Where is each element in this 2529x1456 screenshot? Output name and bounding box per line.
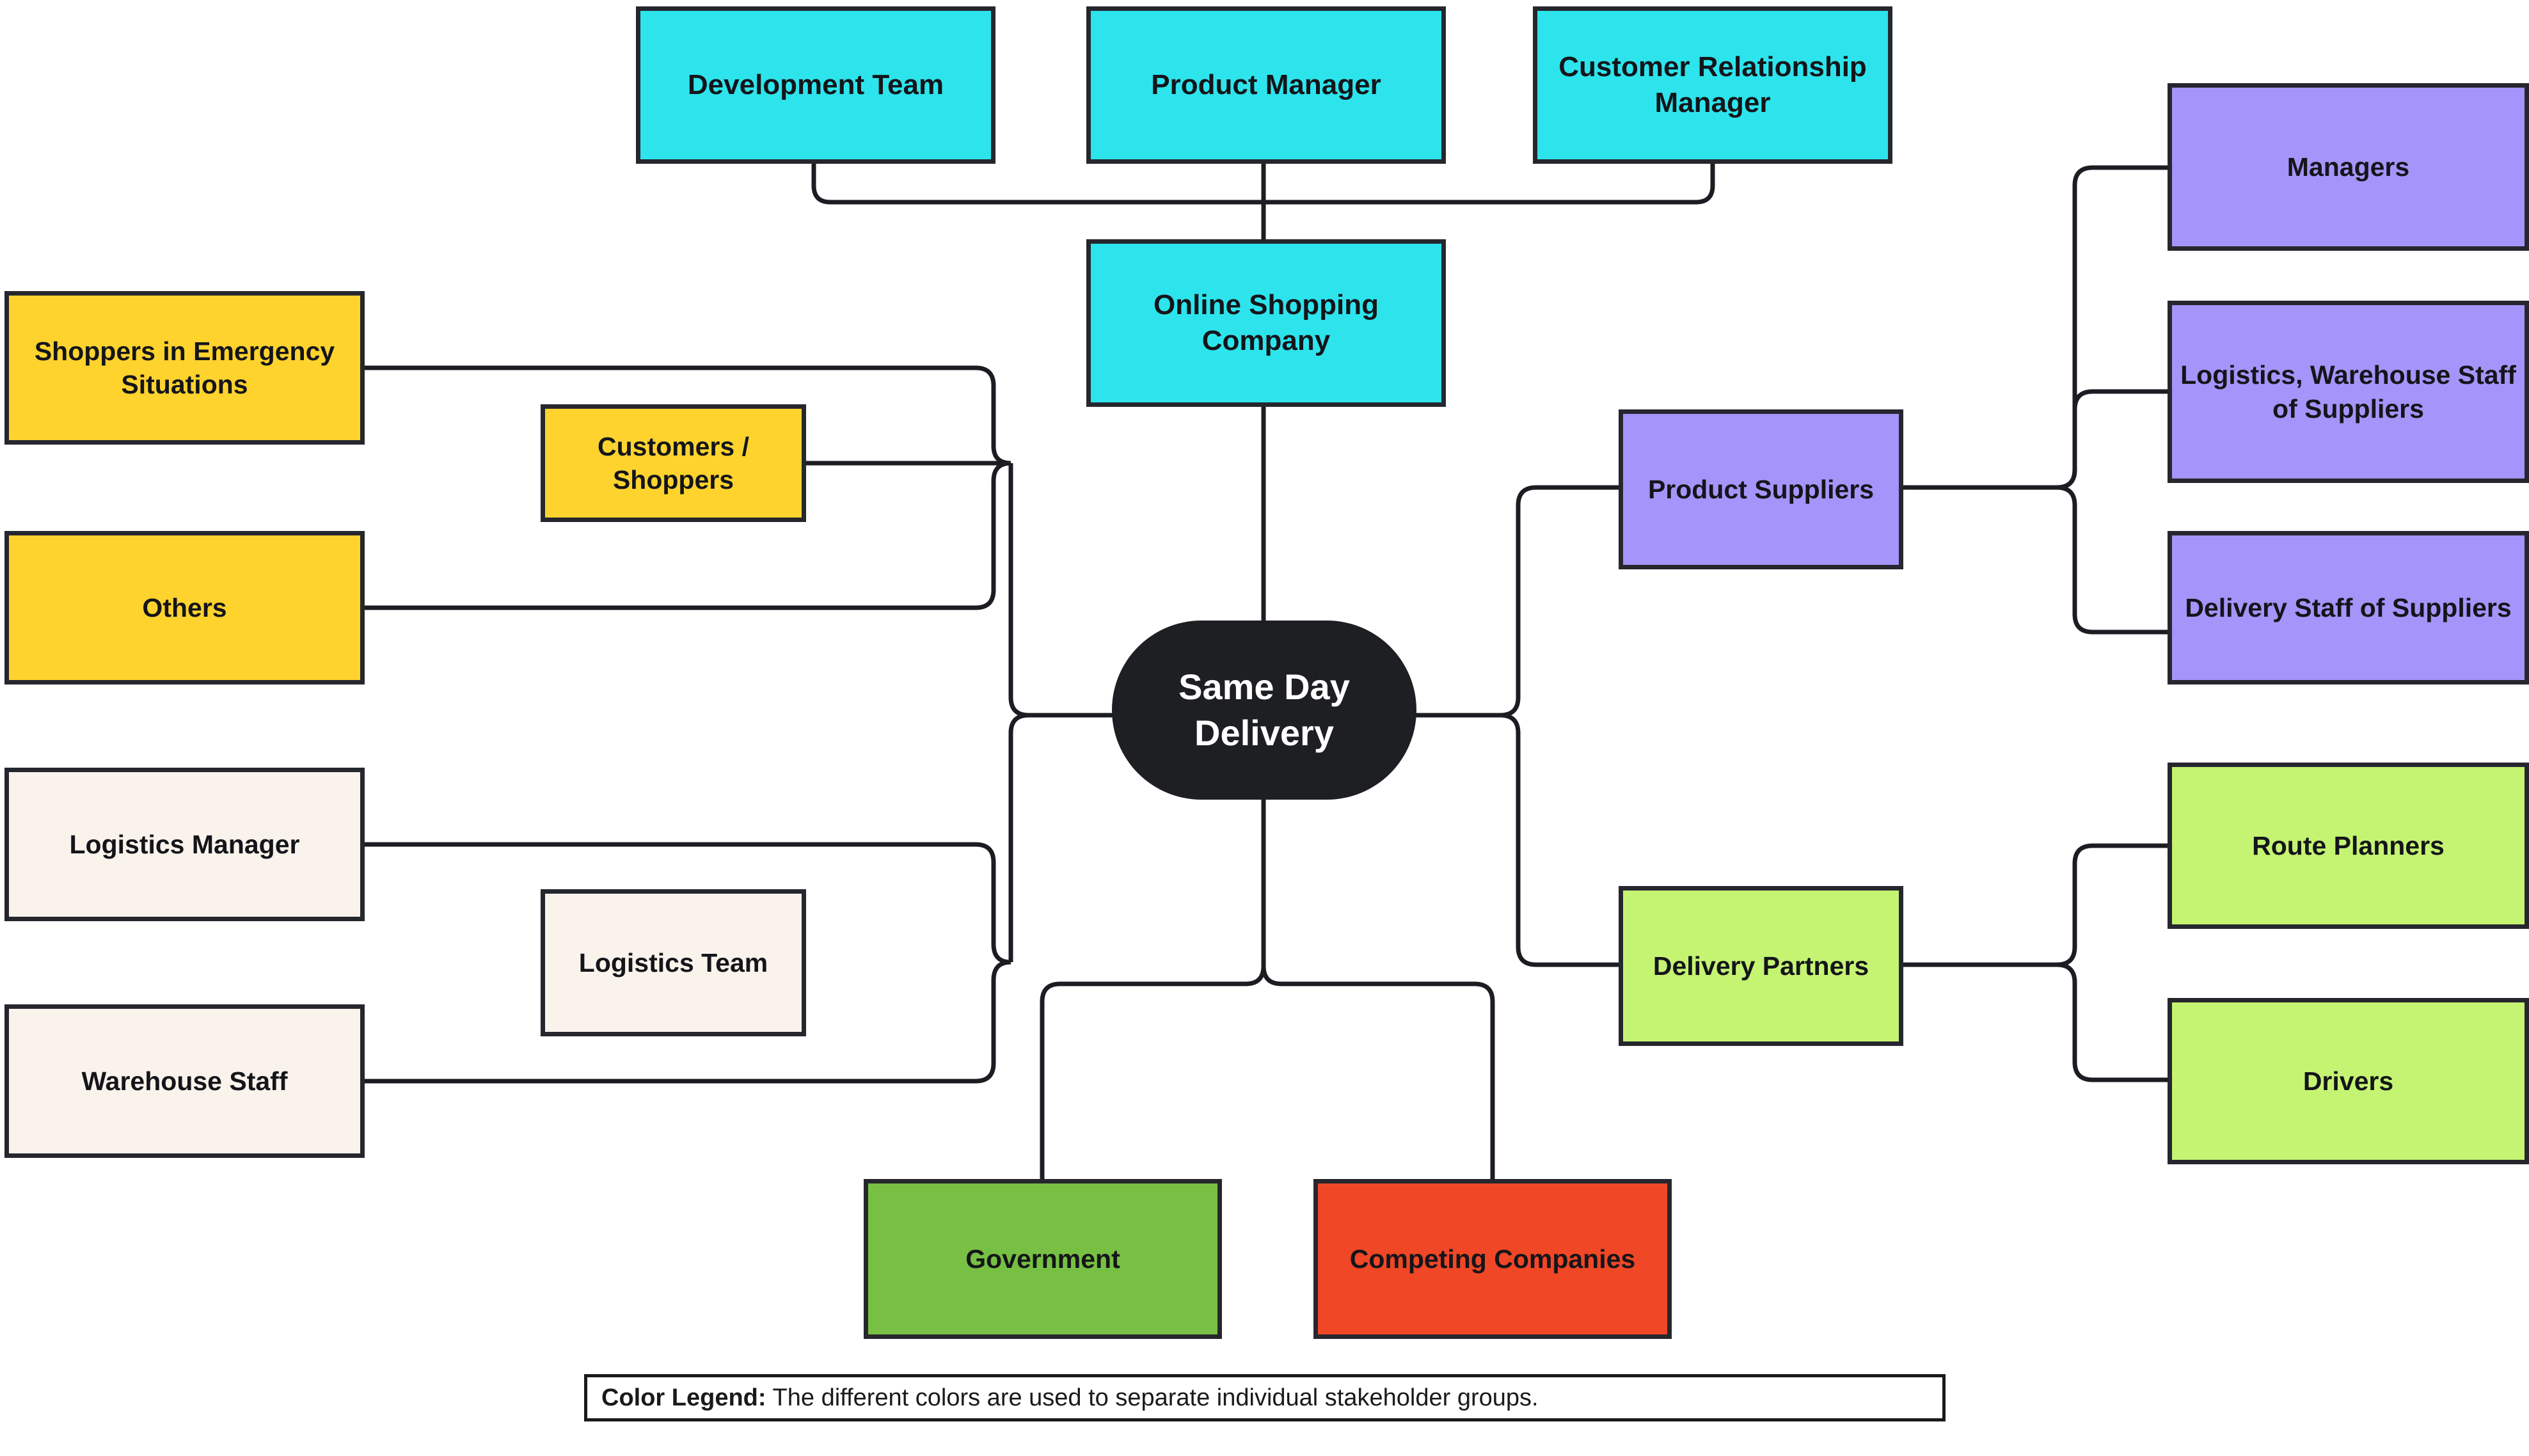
node-customer-relationship-manager-label: Customer Relationship Manager	[1558, 51, 1867, 118]
node-government-label: Government	[965, 1244, 1120, 1274]
edge-development-team	[811, 164, 1267, 205]
node-delivery-partners-label: Delivery Partners	[1653, 951, 1869, 981]
node-shoppers-in-emergency-situations[interactable]: Shoppers in Emergency Situations	[4, 291, 365, 445]
node-logistics-manager[interactable]: Logistics Manager	[4, 768, 365, 921]
edge-center-delivery-partners	[1415, 713, 1619, 967]
node-warehouse-staff-label: Warehouse Staff	[81, 1066, 288, 1096]
node-others[interactable]: Others	[4, 531, 365, 684]
node-drivers[interactable]: Drivers	[2168, 998, 2529, 1164]
edge-logistics-team-center	[1008, 713, 1116, 963]
edge-ps-delivery-staff	[1903, 485, 2168, 635]
edge-dp-drivers	[1903, 962, 2168, 1082]
edge-crm	[1267, 164, 1715, 205]
node-product-suppliers-label: Product Suppliers	[1647, 474, 1875, 504]
node-customers-shoppers-label: Customers / Shoppers	[598, 431, 749, 495]
node-online-shopping-company-label: Online Shopping Company	[1154, 289, 1379, 356]
node-online-shopping-company[interactable]: Online Shopping Company	[1086, 239, 1446, 407]
node-delivery-staff-of-suppliers[interactable]: Delivery Staff of Suppliers	[2168, 531, 2529, 684]
node-logistics-warehouse-staff-of-suppliers-label: Logistics, Warehouse Staff of Suppliers	[2180, 360, 2516, 423]
node-delivery-staff-of-suppliers-label: Delivery Staff of Suppliers	[2185, 592, 2512, 622]
color-legend-text: The different colors are used to separat…	[772, 1384, 1539, 1411]
node-route-planners[interactable]: Route Planners	[2168, 763, 2529, 929]
node-product-manager-label: Product Manager	[1151, 68, 1381, 100]
node-drivers-label: Drivers	[2303, 1066, 2394, 1096]
node-government[interactable]: Government	[864, 1179, 1222, 1339]
color-legend-title: Color Legend:	[601, 1384, 766, 1411]
node-delivery-partners[interactable]: Delivery Partners	[1619, 886, 1903, 1046]
edge-center-competing	[1261, 965, 1495, 1179]
node-shoppers-in-emergency-situations-label: Shoppers in Emergency Situations	[34, 336, 335, 399]
edge-center-government	[1040, 965, 1266, 1179]
node-managers[interactable]: Managers	[2168, 83, 2529, 251]
node-development-team-label: Development Team	[687, 68, 944, 100]
node-competing-companies-label: Competing Companies	[1349, 1244, 1636, 1274]
node-customer-relationship-manager[interactable]: Customer Relationship Manager	[1533, 6, 1892, 164]
node-others-label: Others	[142, 592, 227, 622]
node-product-manager[interactable]: Product Manager	[1086, 6, 1446, 164]
color-legend: Color Legend: The different colors are u…	[584, 1374, 1946, 1421]
node-logistics-team[interactable]: Logistics Team	[541, 889, 806, 1036]
node-logistics-team-label: Logistics Team	[578, 947, 768, 977]
node-route-planners-label: Route Planners	[2252, 830, 2445, 860]
edge-ps-managers	[1903, 165, 2168, 490]
edge-ps-logistics-warehouse	[1903, 389, 2168, 490]
node-same-day-delivery-label: Same Day Delivery	[1178, 667, 1350, 753]
node-product-suppliers[interactable]: Product Suppliers	[1619, 409, 1903, 569]
node-development-team[interactable]: Development Team	[636, 6, 995, 164]
edge-customers-center-link	[1008, 463, 1116, 718]
edge-dp-route-planners	[1903, 843, 2168, 967]
node-same-day-delivery-center[interactable]: Same Day Delivery	[1112, 621, 1416, 800]
node-managers-label: Managers	[2287, 152, 2410, 182]
stakeholder-diagram-canvas: Development Team Product Manager Custome…	[0, 0, 2529, 1456]
node-customers-shoppers[interactable]: Customers / Shoppers	[541, 404, 806, 522]
node-warehouse-staff[interactable]: Warehouse Staff	[4, 1004, 365, 1158]
node-logistics-manager-label: Logistics Manager	[69, 829, 300, 859]
node-logistics-warehouse-staff-of-suppliers[interactable]: Logistics, Warehouse Staff of Suppliers	[2168, 301, 2529, 483]
node-competing-companies[interactable]: Competing Companies	[1313, 1179, 1672, 1339]
edge-center-product-suppliers	[1415, 485, 1619, 718]
